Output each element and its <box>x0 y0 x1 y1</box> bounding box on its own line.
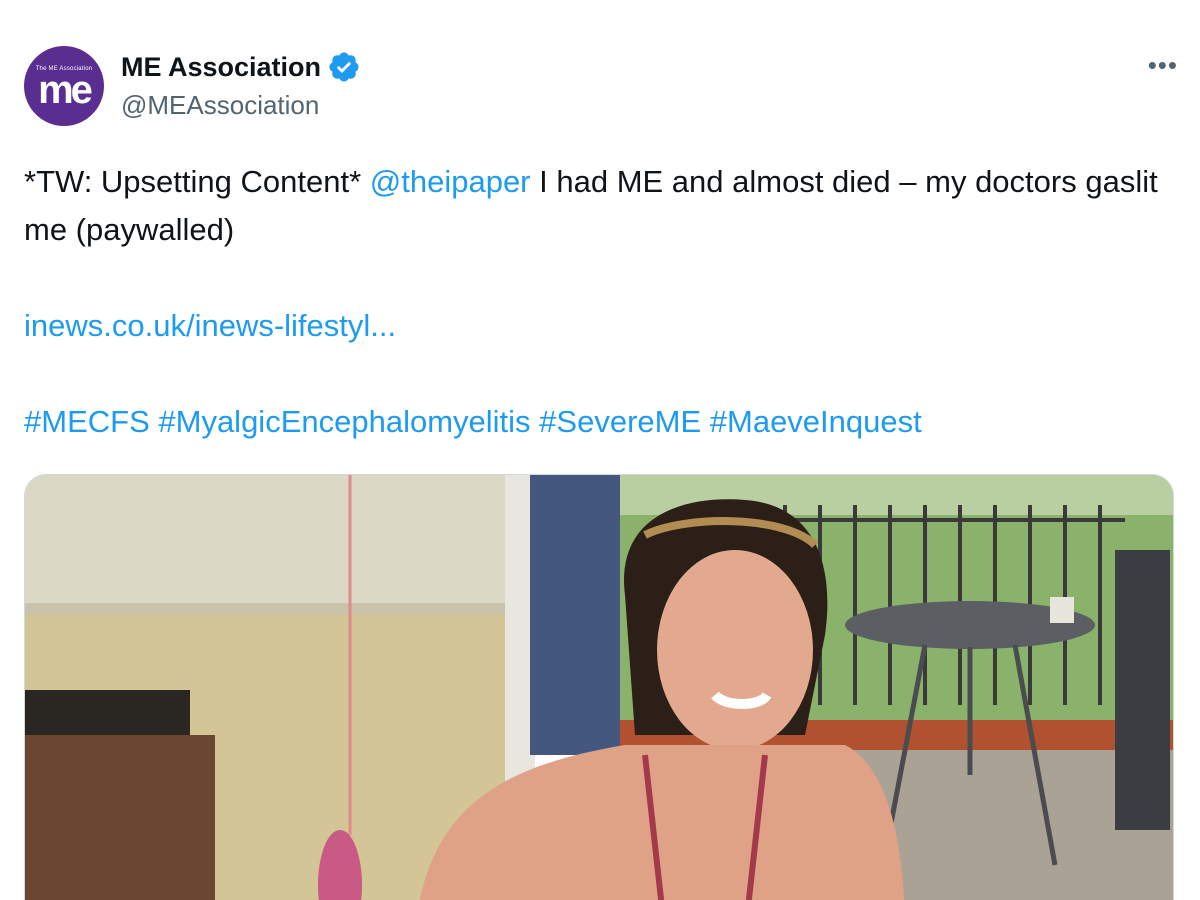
mention-link[interactable]: @theipaper <box>370 164 531 199</box>
more-options-icon[interactable]: ••• <box>1148 52 1178 78</box>
author-handle[interactable]: @MEAssociation <box>121 90 361 121</box>
photo-image <box>25 475 1173 900</box>
author-name[interactable]: ME Association <box>121 52 321 83</box>
tweet-media-photo[interactable] <box>24 474 1174 900</box>
avatar-logo: me <box>38 67 93 112</box>
avatar[interactable]: The ME Association me <box>24 46 104 126</box>
author-block: ME Association @MEAssociation <box>121 50 361 121</box>
avatar-tagline: The ME Association <box>35 66 93 72</box>
hashtag-link[interactable]: #SevereME <box>539 404 701 439</box>
tweet-text: *TW: Upsetting Content* @theipaper I had… <box>24 158 1164 446</box>
verified-badge-icon <box>329 52 359 82</box>
hashtag-link[interactable]: #MaeveInquest <box>710 404 922 439</box>
article-link[interactable]: inews.co.uk/inews-lifestyl... <box>24 302 1164 350</box>
hashtag-row: #MECFS #MyalgicEncephalomyelitis #Severe… <box>24 398 1164 446</box>
hashtag-link[interactable]: #MECFS <box>24 404 150 439</box>
tweet-card: The ME Association me ME Association @ME… <box>0 0 1200 900</box>
author-name-row: ME Association <box>121 50 361 84</box>
hashtag-link[interactable]: #MyalgicEncephalomyelitis <box>158 404 530 439</box>
content-warning-text: *TW: Upsetting Content* <box>24 164 370 199</box>
tweet-line-1: *TW: Upsetting Content* @theipaper I had… <box>24 158 1164 254</box>
